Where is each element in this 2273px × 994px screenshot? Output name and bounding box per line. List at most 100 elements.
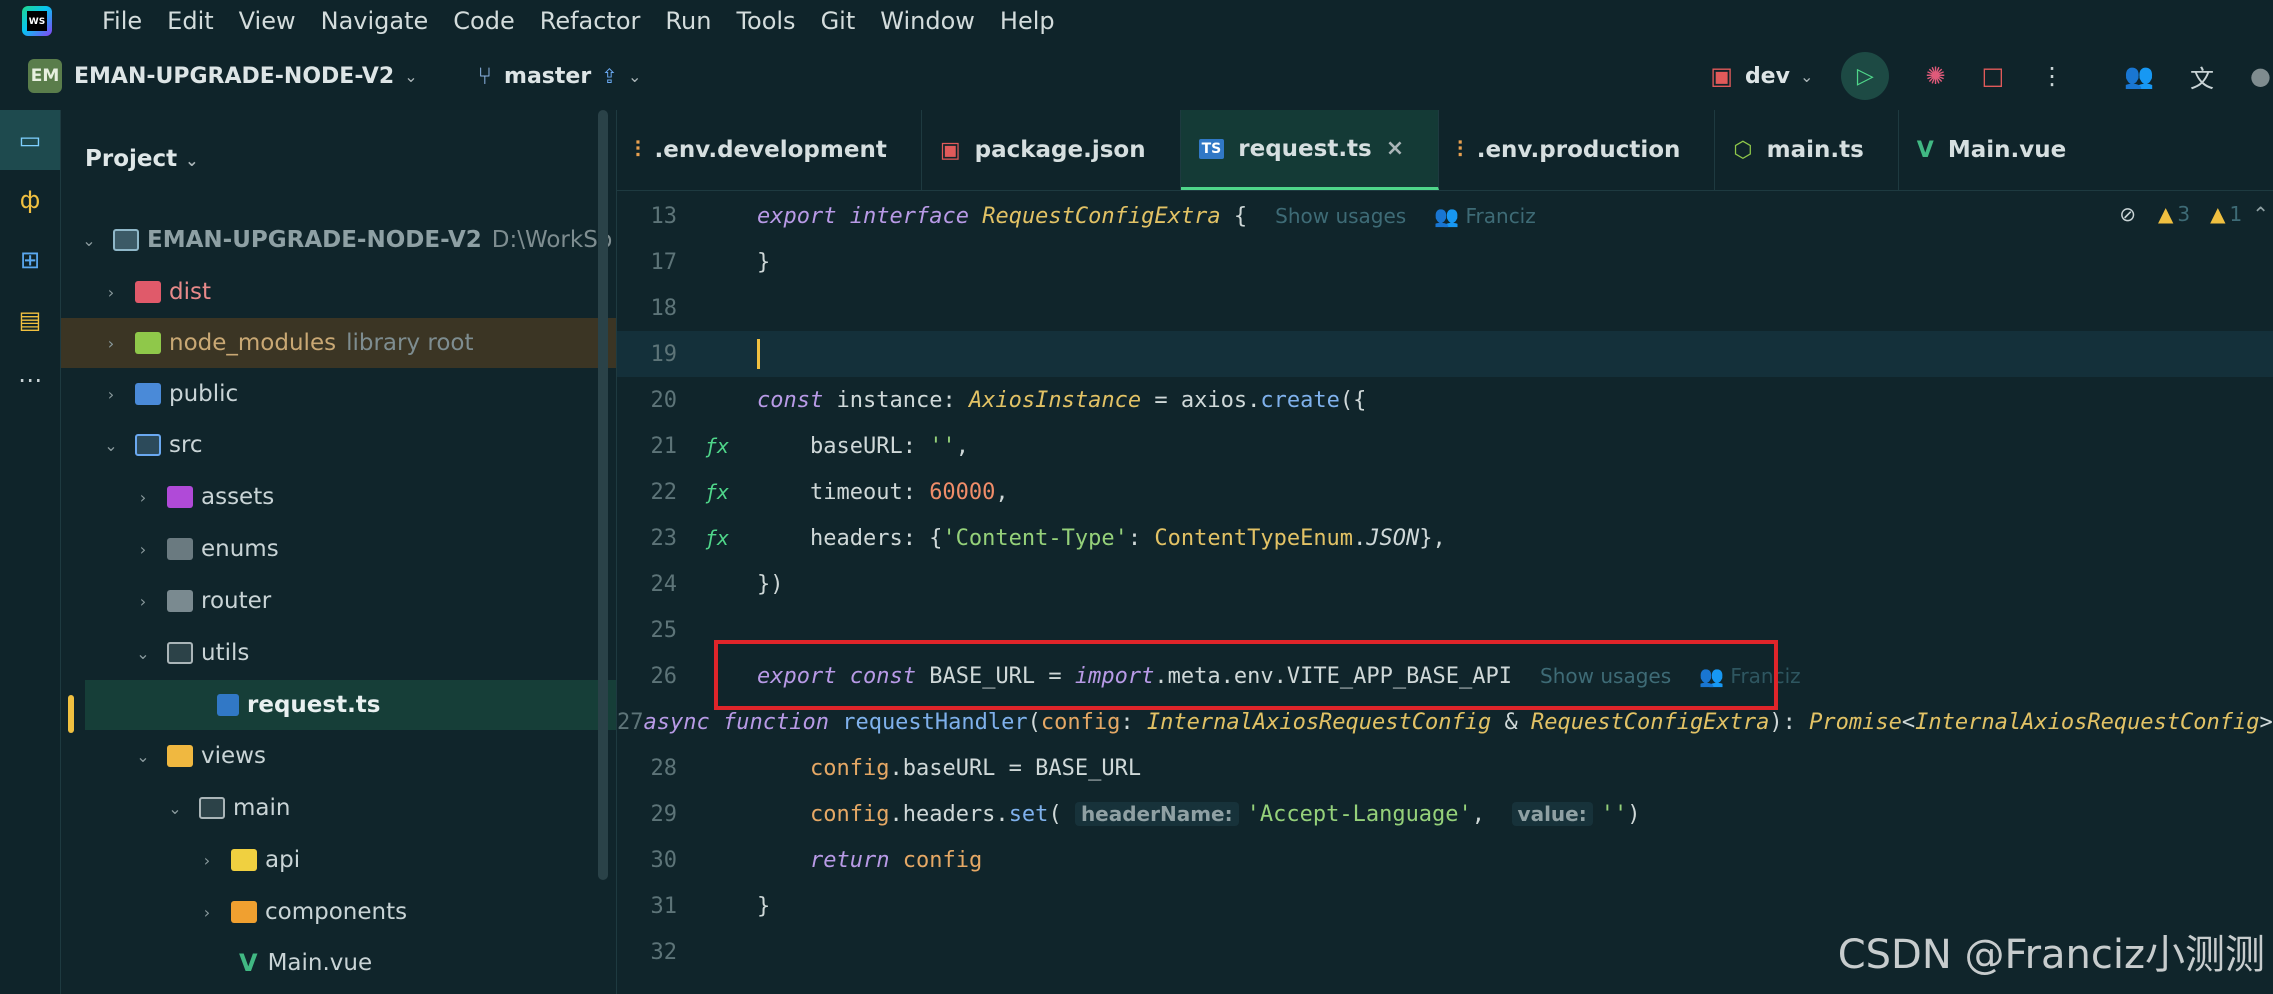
debug-icon[interactable]: ✺ bbox=[1925, 62, 1945, 90]
override-gutter-icon[interactable]: ƒx bbox=[677, 434, 757, 458]
show-usages-link[interactable]: Show usages bbox=[1275, 204, 1406, 228]
menu-run[interactable]: Run bbox=[665, 7, 711, 35]
tab-main-vue[interactable]: V Main.vue bbox=[1899, 110, 2100, 190]
settings-file-icon: ⫶ bbox=[635, 137, 641, 163]
structure-icon[interactable]: ⊞ bbox=[0, 230, 60, 290]
toolbar-right: ▣ dev ⌄ ▷ ✺ □ ⋮ 👥 文 ● bbox=[1710, 42, 2273, 110]
chevron-down-icon[interactable]: ⌄ bbox=[133, 644, 153, 663]
line-number: 32 bbox=[650, 939, 678, 965]
profile-icon[interactable]: ● bbox=[2250, 62, 2271, 90]
folder-icon bbox=[135, 383, 161, 405]
override-gutter-icon[interactable]: ƒx bbox=[677, 526, 757, 550]
code-editor[interactable]: ⊘ ▲ 3 ▲ 1 ⌃ 13 export interface RequestC… bbox=[617, 191, 2273, 994]
chevron-right-icon[interactable]: › bbox=[133, 592, 153, 611]
tab-package-json[interactable]: ▣ package.json bbox=[922, 110, 1181, 190]
chevron-right-icon[interactable]: › bbox=[101, 283, 121, 302]
chevron-down-icon[interactable]: ⌄ bbox=[404, 67, 417, 86]
code-line: 30 return config bbox=[617, 837, 2273, 883]
project-view-icon[interactable]: ▭ bbox=[0, 110, 60, 170]
tree-item-request-ts[interactable]: request.ts bbox=[85, 680, 616, 730]
menu-git[interactable]: Git bbox=[821, 7, 856, 35]
chevron-right-icon[interactable]: › bbox=[101, 385, 121, 404]
chevron-down-icon[interactable]: ⌄ bbox=[185, 151, 198, 170]
chevron-down-icon[interactable]: ⌄ bbox=[628, 67, 641, 86]
more-horizontal-icon[interactable]: ⋯ bbox=[0, 350, 60, 410]
menu-tools[interactable]: Tools bbox=[736, 7, 795, 35]
tree-item-assets[interactable]: › assets bbox=[61, 472, 616, 522]
chevron-down-icon[interactable]: ⌄ bbox=[1800, 67, 1813, 86]
code-line: 17 } bbox=[617, 239, 2273, 285]
menu-refactor[interactable]: Refactor bbox=[540, 7, 641, 35]
tree-root[interactable]: ⌄ EMAN-UPGRADE-NODE-V2 D:\WorkSp bbox=[61, 215, 616, 265]
more-vertical-icon[interactable]: ⋮ bbox=[2040, 62, 2064, 90]
menu-edit[interactable]: Edit bbox=[167, 7, 213, 35]
chevron-down-icon[interactable]: ⌄ bbox=[79, 231, 99, 250]
override-gutter-icon[interactable]: ƒx bbox=[677, 480, 757, 504]
chevron-right-icon[interactable]: › bbox=[101, 334, 121, 353]
run-icon[interactable]: ▷ bbox=[1841, 52, 1890, 100]
menu-window[interactable]: Window bbox=[880, 7, 975, 35]
project-name[interactable]: EMAN-UPGRADE-NODE-V2 bbox=[74, 64, 394, 89]
code-text: const instance: AxiosInstance = axios.cr… bbox=[757, 387, 1367, 413]
chevron-right-icon[interactable]: › bbox=[133, 540, 153, 559]
tree-item-public[interactable]: › public bbox=[61, 369, 616, 419]
line-number: 19 bbox=[650, 341, 678, 367]
code-line: 20 const instance: AxiosInstance = axios… bbox=[617, 377, 2273, 423]
project-badge[interactable]: EM bbox=[28, 59, 62, 93]
tab-env-development[interactable]: ⫶ .env.development bbox=[617, 110, 922, 190]
tree-item-node-modules[interactable]: › node_modules library root bbox=[61, 318, 616, 368]
tree-item-router[interactable]: › router bbox=[61, 576, 616, 626]
translate-icon[interactable]: 文 bbox=[2190, 59, 2214, 94]
tree-item-api[interactable]: › api bbox=[61, 835, 616, 885]
push-arrow-icon[interactable]: ⇪ bbox=[601, 64, 618, 88]
text-caret bbox=[757, 339, 760, 369]
code-with-me-icon[interactable]: 👥 bbox=[2124, 62, 2154, 90]
npm-config-icon: ▣ bbox=[1710, 62, 1733, 90]
typescript-file-icon bbox=[217, 694, 239, 716]
chevron-down-icon[interactable]: ⌄ bbox=[133, 747, 153, 766]
code-text: export interface RequestConfigExtra { bbox=[757, 203, 1248, 229]
code-line: 18 bbox=[617, 285, 2273, 331]
tree-item-utils[interactable]: ⌄ utils bbox=[61, 628, 616, 678]
tree-item-dist[interactable]: › dist bbox=[61, 267, 616, 317]
tree-item-main-vue[interactable]: V Main.vue bbox=[61, 938, 616, 988]
tree-label: api bbox=[265, 847, 301, 873]
chevron-down-icon[interactable]: ⌄ bbox=[101, 436, 121, 455]
tree-label: views bbox=[201, 743, 266, 769]
branch-name[interactable]: master bbox=[504, 64, 591, 89]
tree-item-enums[interactable]: › enums bbox=[61, 524, 616, 574]
webstorm-logo-icon[interactable] bbox=[22, 6, 52, 36]
menu-navigate[interactable]: Navigate bbox=[321, 7, 429, 35]
code-line: 22 ƒx timeout: 60000, bbox=[617, 469, 2273, 515]
tree-label: node_modules bbox=[169, 330, 337, 356]
menu-file[interactable]: File bbox=[102, 7, 142, 35]
chevron-right-icon[interactable]: › bbox=[197, 851, 217, 870]
run-config-name[interactable]: dev bbox=[1745, 64, 1790, 89]
sidebar-scrollbar[interactable] bbox=[598, 110, 608, 880]
commit-icon[interactable]: ф bbox=[0, 170, 60, 230]
author-name: Franciz bbox=[1465, 204, 1536, 228]
tree-item-components[interactable]: › components bbox=[61, 887, 616, 937]
tree-label: public bbox=[169, 381, 239, 407]
chevron-down-icon[interactable]: ⌄ bbox=[165, 799, 185, 818]
folder-icon bbox=[113, 229, 139, 251]
chevron-right-icon[interactable]: › bbox=[133, 488, 153, 507]
close-icon[interactable]: × bbox=[1386, 136, 1404, 161]
tab-request-ts[interactable]: TS request.ts × bbox=[1180, 110, 1440, 190]
line-number: 13 bbox=[650, 203, 678, 229]
panel-title[interactable]: Project ⌄ bbox=[85, 146, 199, 172]
stop-icon[interactable]: □ bbox=[1981, 62, 2004, 90]
chevron-right-icon[interactable]: › bbox=[197, 903, 217, 922]
tab-main-ts[interactable]: ⬡ main.ts bbox=[1715, 110, 1899, 190]
menu-code[interactable]: Code bbox=[453, 7, 514, 35]
tree-label: EMAN-UPGRADE-NODE-V2 bbox=[147, 227, 482, 253]
tree-item-views[interactable]: ⌄ views bbox=[61, 731, 616, 781]
menu-view[interactable]: View bbox=[239, 7, 296, 35]
tree-item-src[interactable]: ⌄ src bbox=[61, 420, 616, 470]
code-line: 23 ƒx headers: {'Content-Type': ContentT… bbox=[617, 515, 2273, 561]
folder-icon bbox=[135, 281, 161, 303]
menu-help[interactable]: Help bbox=[1000, 7, 1055, 35]
tab-env-production[interactable]: ⫶ .env.production bbox=[1439, 110, 1716, 190]
services-icon[interactable]: ▤ bbox=[0, 290, 60, 350]
tree-item-main[interactable]: ⌄ main bbox=[61, 783, 616, 833]
